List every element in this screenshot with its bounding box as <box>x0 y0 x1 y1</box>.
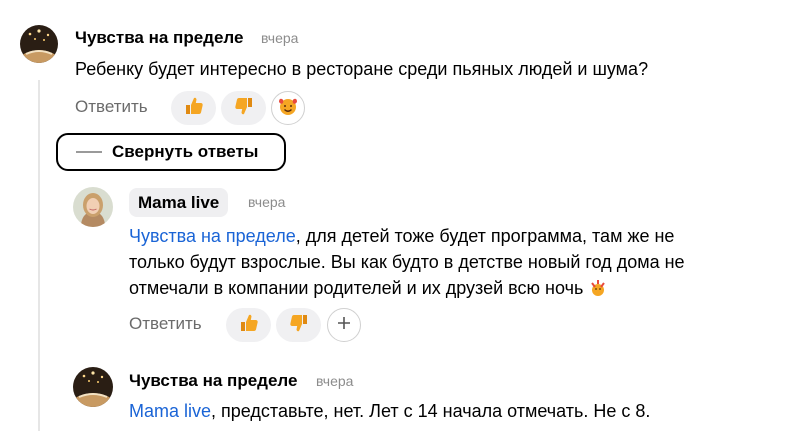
comment-text-part: , для детей тоже будет программа, там же… <box>295 226 675 246</box>
plus-icon <box>336 315 352 336</box>
avatar[interactable] <box>20 25 58 63</box>
comment-author[interactable]: Mama live <box>129 188 229 217</box>
heart-face-icon <box>276 95 300 122</box>
comment-time: вчера <box>261 30 299 46</box>
like-button[interactable] <box>171 91 216 125</box>
comment-text: Чувства на пределе, для детей тоже будет… <box>129 223 769 304</box>
thumbs-down-icon <box>288 312 310 339</box>
reply-button[interactable]: Ответить <box>129 314 202 334</box>
dash-icon <box>76 151 102 153</box>
collapse-replies-button[interactable]: Свернуть ответы <box>56 133 286 171</box>
comment-time: вчера <box>316 373 354 389</box>
dislike-button[interactable] <box>221 91 266 125</box>
reply-button[interactable]: Ответить <box>75 97 148 117</box>
party-emoji-icon <box>588 278 608 304</box>
add-reaction-button[interactable] <box>327 308 361 342</box>
thread-line <box>38 80 40 431</box>
comment-author[interactable]: Чувства на пределе <box>75 28 243 48</box>
comment-text-part: , представьте, нет. Лет с 14 начала отме… <box>211 401 651 421</box>
comment-text: Ребенку будет интересно в ресторане сред… <box>75 59 649 79</box>
comment-time: вчера <box>248 194 286 210</box>
mention-link[interactable]: Чувства на пределе <box>129 226 296 246</box>
mention-link[interactable]: Mama live <box>129 401 211 421</box>
avatar[interactable] <box>73 187 113 227</box>
comment-text-part: только будут взрослые. Вы как будто в де… <box>129 252 685 272</box>
love-reaction-button[interactable] <box>271 91 305 125</box>
avatar[interactable] <box>73 367 113 407</box>
dislike-button[interactable] <box>276 308 321 342</box>
collapse-replies-label: Свернуть ответы <box>112 142 259 161</box>
thumbs-down-icon <box>233 95 255 122</box>
comment-text: Mama live, представьте, нет. Лет с 14 на… <box>129 398 769 424</box>
thumbs-up-icon <box>238 312 260 339</box>
like-button[interactable] <box>226 308 271 342</box>
comment-author[interactable]: Чувства на пределе <box>129 371 297 391</box>
comment-text-part: отмечали в компании родителей и их друзе… <box>129 278 584 298</box>
thumbs-up-icon <box>183 95 205 122</box>
